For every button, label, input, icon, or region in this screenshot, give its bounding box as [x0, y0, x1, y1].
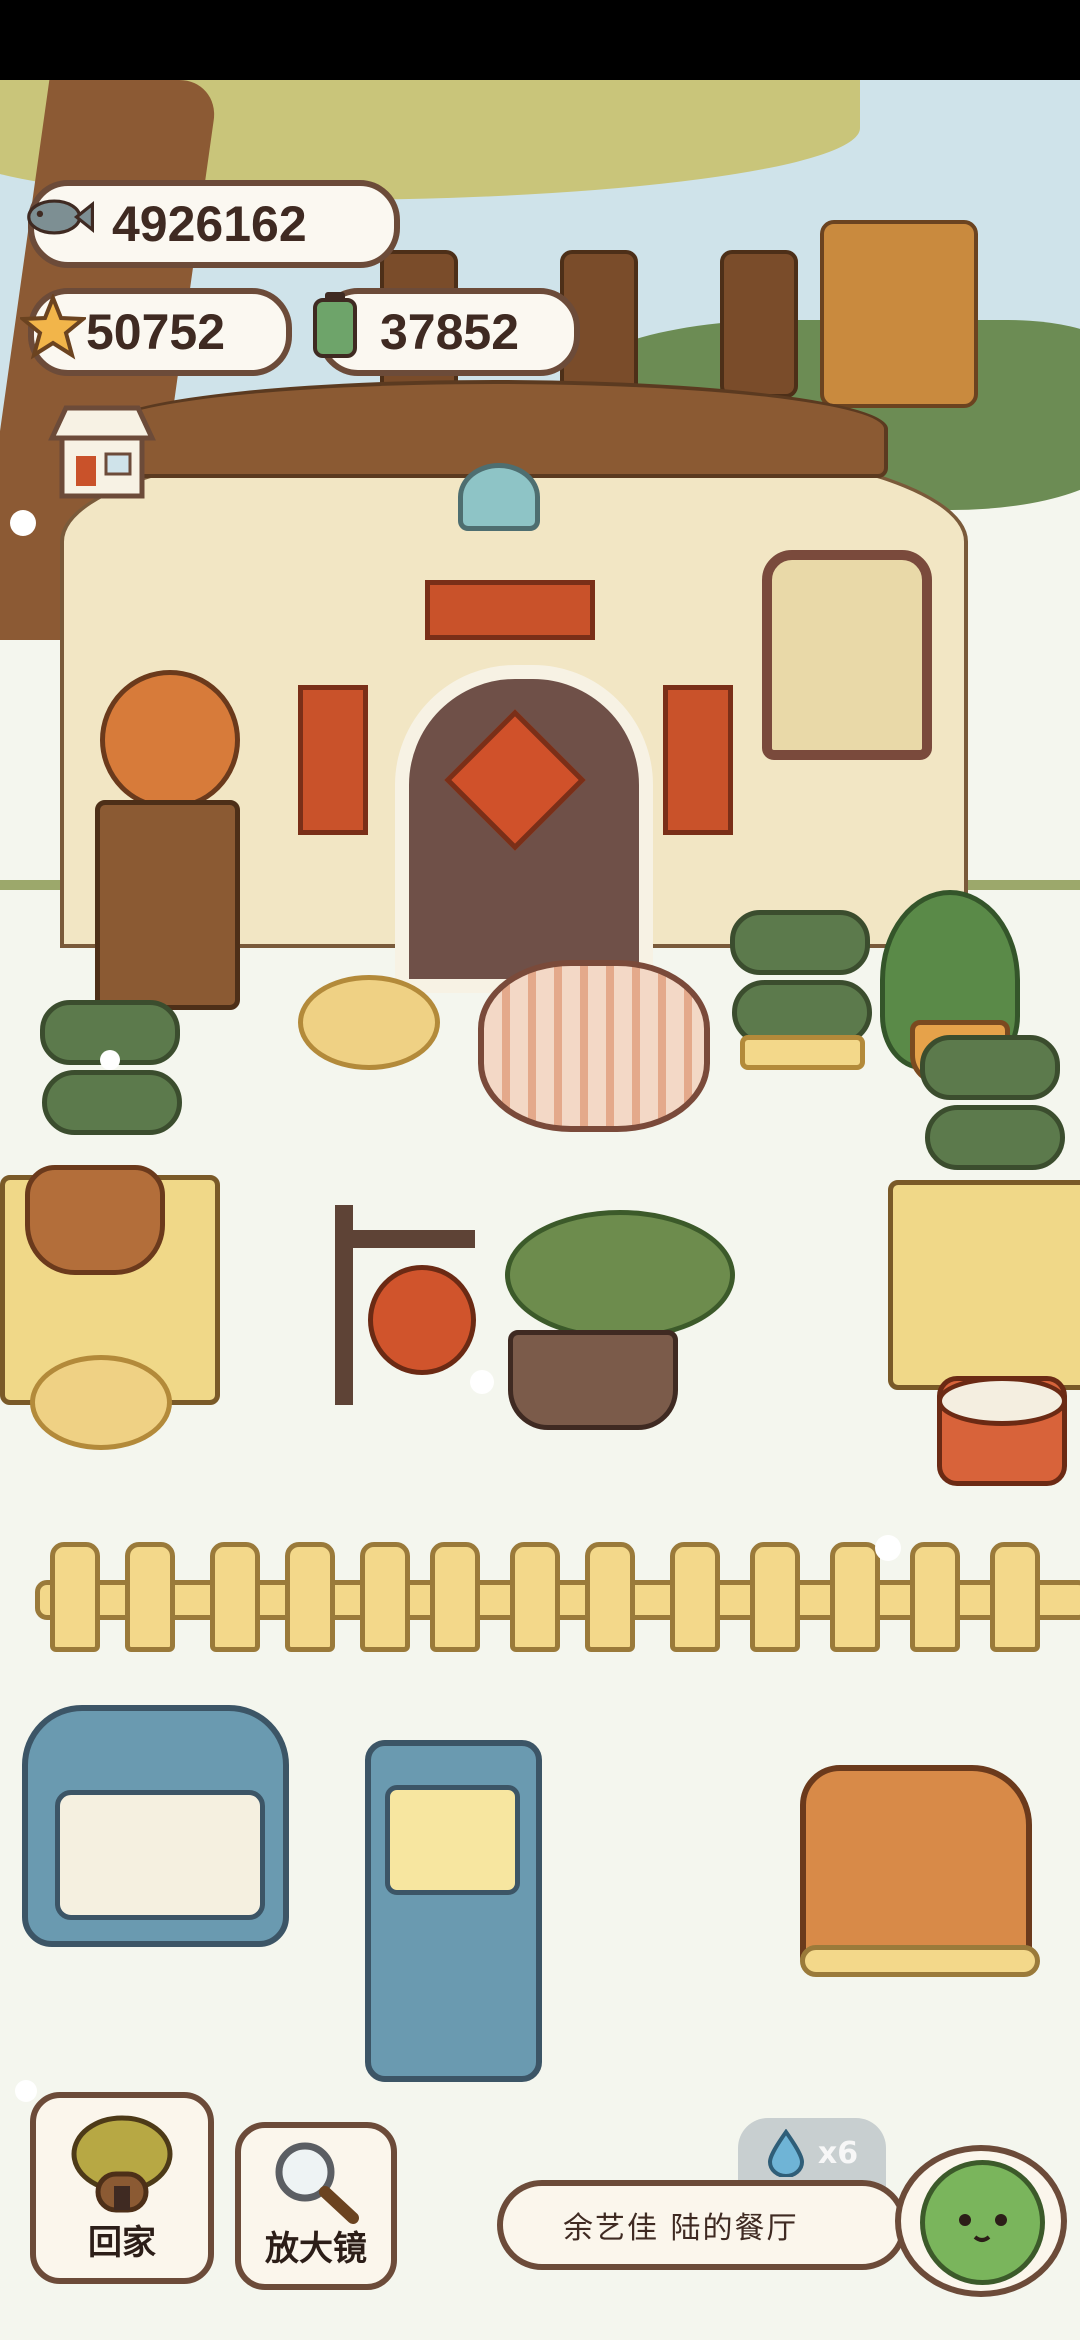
fence-post — [750, 1542, 800, 1652]
fence-post — [125, 1542, 175, 1652]
star-icon — [18, 292, 88, 362]
floor-cushion[interactable] — [298, 975, 440, 1070]
door-banner-top — [425, 580, 595, 640]
fence-post — [285, 1542, 335, 1652]
gramophone[interactable] — [95, 800, 240, 1010]
floor-cushion[interactable] — [30, 1355, 172, 1450]
snowflake — [875, 1535, 901, 1561]
home-label: 回家 — [88, 2223, 156, 2263]
chair-back — [730, 910, 870, 975]
battery-icon — [300, 290, 370, 360]
chair[interactable] — [925, 1105, 1065, 1170]
fence-post — [990, 1542, 1040, 1652]
drum-top — [937, 1376, 1067, 1426]
cat-avatar[interactable] — [920, 2160, 1045, 2285]
home-button[interactable]: 回家 — [30, 2092, 214, 2284]
fence-post — [50, 1542, 100, 1652]
fence-post — [430, 1542, 480, 1652]
rocking-chair-rail — [800, 1945, 1040, 1977]
lantern-arm — [335, 1230, 475, 1248]
fence-post — [670, 1542, 720, 1652]
magnifier-button[interactable]: 放大镜 — [235, 2122, 397, 2290]
bread-basket — [25, 1165, 165, 1275]
door-banner-right — [663, 685, 733, 835]
drop-count: x6 — [817, 2135, 859, 2171]
star-count: 50752 — [86, 304, 226, 360]
shop-icon[interactable] — [48, 402, 156, 502]
battery-count: 37852 — [380, 304, 520, 360]
water-drop-icon — [767, 2129, 804, 2177]
magnifier-label: 放大镜 — [265, 2229, 367, 2269]
wind-bell[interactable] — [458, 463, 540, 531]
fence-post — [585, 1542, 635, 1652]
restaurant-scene — [0, 80, 1080, 2340]
plaid-table[interactable] — [478, 960, 710, 1132]
chair-frame — [740, 1035, 865, 1070]
gramophone-horn — [100, 670, 240, 810]
fence-post — [360, 1542, 410, 1652]
barrel — [820, 220, 978, 408]
fence-post — [830, 1542, 880, 1652]
paw-lantern[interactable] — [368, 1265, 476, 1375]
restaurant-name: 余艺佳 陆的餐厅 — [563, 2211, 799, 2246]
restaurant-name-bar[interactable]: 余艺佳 陆的餐厅 — [497, 2180, 907, 2270]
bonsai[interactable] — [508, 1330, 678, 1430]
bonsai-foliage — [505, 1210, 735, 1340]
fence-log — [720, 250, 798, 398]
house-tree-icon — [70, 2114, 174, 2214]
chair[interactable] — [42, 1070, 182, 1135]
fish-count: 4926162 — [112, 196, 307, 252]
status-bar — [0, 0, 1080, 80]
snowflake — [100, 1050, 120, 1070]
dining-table[interactable] — [888, 1180, 1080, 1390]
snowflake — [15, 2080, 37, 2102]
fence-post — [210, 1542, 260, 1652]
snowflake — [470, 1370, 494, 1394]
snowflake — [10, 510, 36, 536]
drop-counter: x6 — [738, 2118, 886, 2188]
door-banner-left — [298, 685, 368, 835]
chair-back — [920, 1035, 1060, 1100]
magnifier-icon — [269, 2138, 361, 2224]
fence-post — [910, 1542, 960, 1652]
arcade-screen — [385, 1785, 520, 1895]
fish-icon — [24, 182, 94, 252]
lattice-window — [762, 550, 932, 760]
tv-screen — [55, 1790, 265, 1920]
fence-post — [510, 1542, 560, 1652]
